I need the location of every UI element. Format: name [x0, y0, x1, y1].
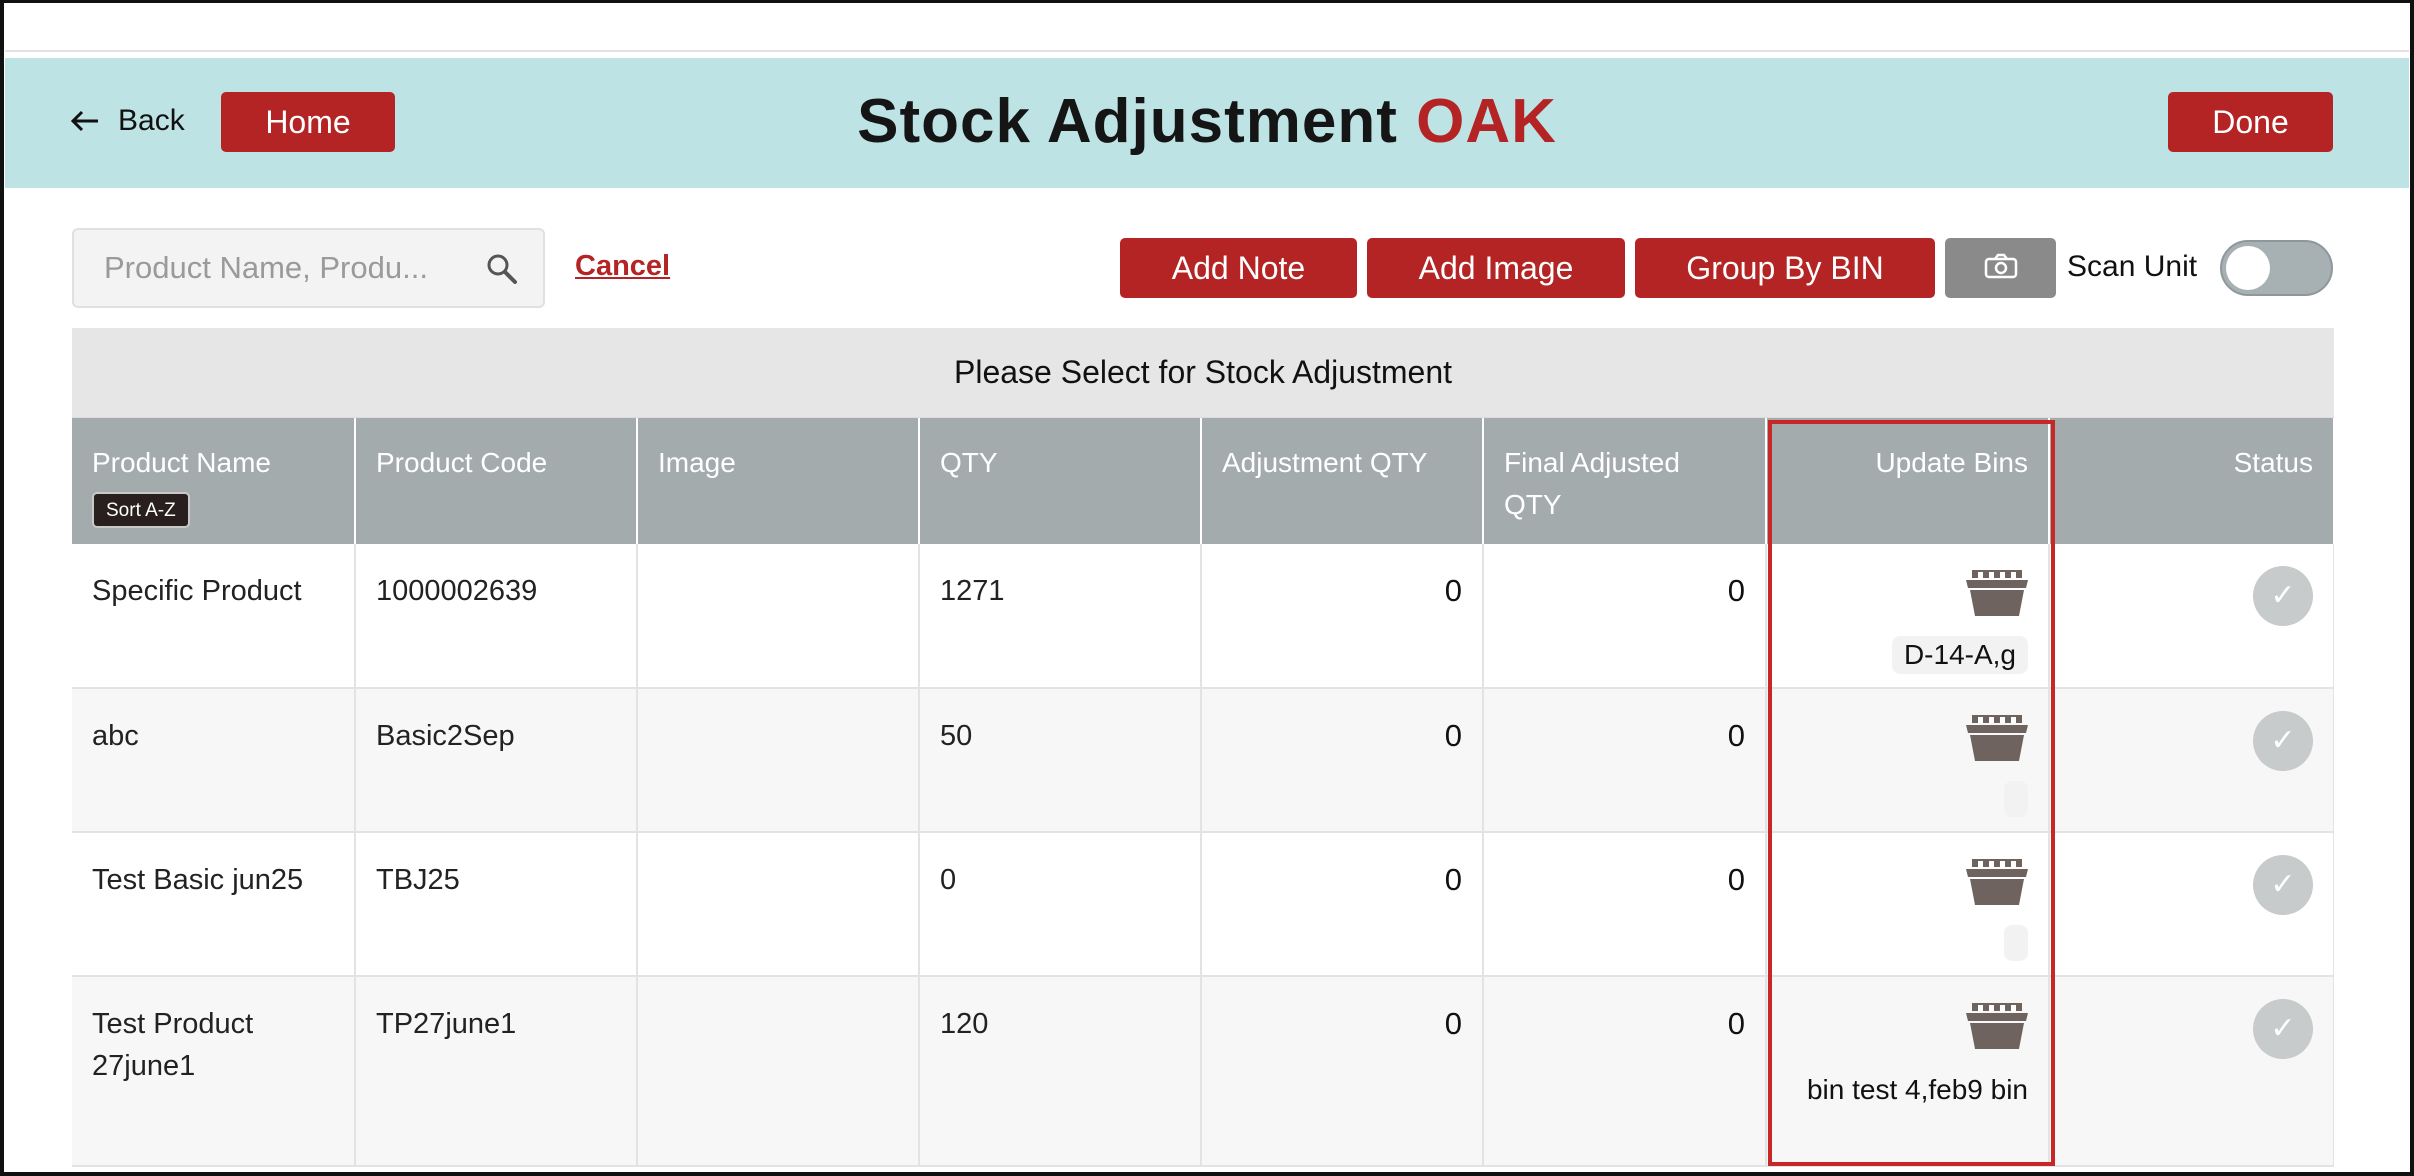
- page-title-text: Stock Adjustment: [857, 87, 1398, 156]
- cancel-link[interactable]: Cancel: [575, 250, 670, 283]
- product-name-cell: abc: [72, 688, 356, 833]
- search-box[interactable]: [72, 228, 545, 308]
- page-title-accent: OAK: [1416, 87, 1557, 156]
- stock-adjustment-panel: Please Select for Stock Adjustment Produ…: [72, 328, 2334, 1176]
- camera-button[interactable]: [1945, 238, 2056, 298]
- col-update-bins: Update Bins: [1766, 418, 2050, 544]
- bin-label: D-14-A,g: [1891, 636, 2028, 674]
- update-bins-cell: [1766, 688, 2050, 833]
- bin-icon[interactable]: [1966, 570, 2028, 630]
- toggle-knob: [2226, 246, 2270, 290]
- add-note-button[interactable]: Add Note: [1120, 238, 1357, 298]
- status-cell: ✓: [2049, 976, 2334, 1167]
- qty-cell: 1271: [919, 544, 1202, 689]
- product-name-cell: Test Basic jun25: [72, 832, 356, 977]
- stock-table: Product Name Sort A-Z Product Code Image…: [72, 418, 2334, 1167]
- col-adjustment-qty: Adjustment QTY: [1201, 418, 1484, 544]
- col-final-adjusted-qty: Final Adjusted QTY: [1483, 418, 1767, 544]
- bin-label: bin test 4,feb9 bin: [1806, 1074, 2028, 1105]
- adjustment-qty-cell[interactable]: 0: [1201, 832, 1484, 977]
- scan-unit-label: Scan Unit: [2067, 250, 2198, 283]
- product-code-cell: TBJ25: [355, 832, 638, 977]
- final-adjusted-qty-cell: 0: [1483, 832, 1767, 977]
- panel-title: Please Select for Stock Adjustment: [72, 328, 2334, 418]
- final-adjusted-qty-cell: 0: [1483, 976, 1767, 1167]
- qty-cell: 0: [919, 832, 1202, 977]
- table-row: Test Product 27june1 TP27june1 120 0 0 b…: [72, 976, 2334, 1167]
- col-image: Image: [637, 418, 920, 544]
- page-title: Stock Adjustment OAK: [0, 86, 2414, 157]
- top-divider: [5, 50, 2409, 52]
- adjustment-qty-cell[interactable]: 0: [1201, 688, 1484, 833]
- bin-label: [2004, 925, 2028, 961]
- done-button[interactable]: Done: [2168, 92, 2333, 152]
- search-input[interactable]: [104, 250, 484, 286]
- image-cell: [637, 976, 920, 1167]
- table-row: Specific Product 1000002639 1271 0 0 D-1…: [72, 544, 2334, 689]
- bin-icon[interactable]: [1966, 859, 2028, 919]
- product-name-cell: Test Product 27june1: [72, 976, 356, 1167]
- check-icon[interactable]: ✓: [2253, 566, 2313, 626]
- check-icon[interactable]: ✓: [2253, 855, 2313, 915]
- final-adjusted-qty-cell: 0: [1483, 544, 1767, 689]
- scan-unit-toggle[interactable]: [2220, 240, 2333, 296]
- product-code-cell: 1000002639: [355, 544, 638, 689]
- status-cell: ✓: [2049, 832, 2334, 977]
- product-name-cell: Specific Product: [72, 544, 356, 689]
- col-qty: QTY: [919, 418, 1202, 544]
- status-cell: ✓: [2049, 688, 2334, 833]
- qty-cell: 50: [919, 688, 1202, 833]
- status-cell: ✓: [2049, 544, 2334, 689]
- col-product-code: Product Code: [355, 418, 638, 544]
- bin-icon[interactable]: [1966, 1003, 2028, 1063]
- col-status: Status: [2049, 418, 2334, 544]
- search-icon[interactable]: [485, 252, 519, 294]
- table-row: abc Basic2Sep 50 0 0 ✓: [72, 688, 2334, 833]
- camera-icon: [1984, 253, 2018, 284]
- group-by-bin-button[interactable]: Group By BIN: [1635, 238, 1935, 298]
- add-image-button[interactable]: Add Image: [1367, 238, 1625, 298]
- bin-icon[interactable]: [1966, 715, 2028, 775]
- product-code-cell: TP27june1: [355, 976, 638, 1167]
- update-bins-cell: bin test 4,feb9 bin: [1766, 976, 2050, 1167]
- update-bins-cell: D-14-A,g: [1766, 544, 2050, 689]
- sort-az-button[interactable]: Sort A-Z: [92, 492, 190, 528]
- final-adjusted-qty-cell: 0: [1483, 688, 1767, 833]
- check-icon[interactable]: ✓: [2253, 999, 2313, 1059]
- image-cell: [637, 688, 920, 833]
- col-product-name-label: Product Name: [92, 447, 271, 478]
- col-product-name: Product Name Sort A-Z: [72, 418, 356, 544]
- image-cell: [637, 544, 920, 689]
- check-icon[interactable]: ✓: [2253, 711, 2313, 771]
- adjustment-qty-cell[interactable]: 0: [1201, 544, 1484, 689]
- adjustment-qty-cell[interactable]: 0: [1201, 976, 1484, 1167]
- qty-cell: 120: [919, 976, 1202, 1167]
- image-cell: [637, 832, 920, 977]
- table-row: Test Basic jun25 TBJ25 0 0 0 ✓: [72, 832, 2334, 977]
- update-bins-cell: [1766, 832, 2050, 977]
- bin-label: [2004, 781, 2028, 817]
- table-header-row: Product Name Sort A-Z Product Code Image…: [72, 418, 2334, 544]
- product-code-cell: Basic2Sep: [355, 688, 638, 833]
